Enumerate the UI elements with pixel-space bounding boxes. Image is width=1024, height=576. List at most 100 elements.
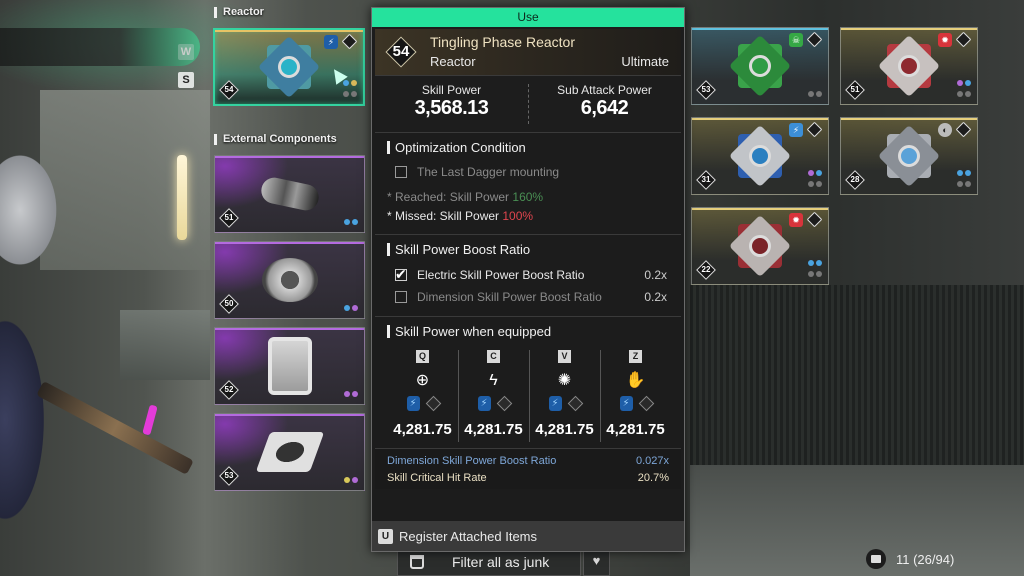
skill-type-icon [955,121,972,138]
background-pipe [0,28,200,66]
hand-blade-icon: ✋ [625,372,646,389]
level-badge: 50 [219,294,239,314]
level-badge: 53 [696,80,716,100]
skill-power-label: Skill Power [421,83,482,97]
sub-attack-power-label: Sub Attack Power [557,83,652,97]
item-tier: Ultimate [621,54,669,69]
skill-q: Q ⊕ ⚡ 4,281.75 [387,346,458,446]
external-component-slot[interactable]: 51 [214,155,365,233]
boost-ratio-row-dimension: Dimension Skill Power Boost Ratio 0.2x [387,286,671,308]
background-crate [120,310,210,380]
level-badge: 54 [219,80,239,100]
inventory-reactor-item[interactable]: ☠ 53 [691,27,829,105]
missed-note: * Missed: Skill Power 100% [387,209,534,223]
item-type: Reactor [430,54,476,69]
inventory-reactor-item[interactable]: ⚡ 31 [691,117,829,195]
equipped-reactor-slot[interactable]: ⚡ 54 [213,28,365,106]
external-component-slot[interactable]: 52 [214,327,365,405]
key-q: Q [416,350,429,363]
item-detail-tooltip: Use 54 Tingling Phase Reactor Reactor Ul… [371,7,685,552]
reached-note: * Reached: Skill Power 160% [387,190,544,204]
dimension-icon [496,395,512,412]
item-name: Tingling Phase Reactor [430,34,576,50]
register-attached-items-button[interactable]: U Register Attached Items [372,521,684,551]
reactor-section-label: Reactor [214,7,264,18]
socket-indicators [344,391,358,397]
sub-attack-power-value: 6,642 [580,97,629,119]
skill-type-icon [341,33,358,50]
dimension-icon [638,395,654,412]
external-components-section-label: External Components [214,134,337,145]
optimization-condition-section: Optimization Condition The Last Dagger m… [375,133,681,235]
skill-power-value: 4,281.75 [606,421,665,438]
slot-indicators [808,181,822,187]
key-z: Z [629,350,642,363]
external-component-slot[interactable]: 50 [214,241,365,319]
optimization-condition-title: Optimization Condition [387,141,671,154]
junk-mark-button[interactable]: ♥ [583,548,610,576]
inventory-reactor-item[interactable]: ✹ 22 [691,207,829,285]
lightning-burst-icon: ϟ [489,372,498,389]
toxic-element-icon: ☠ [789,33,803,47]
filter-all-as-junk-button[interactable]: Filter all as junk [397,548,581,576]
electric-icon: ⚡ [406,396,420,411]
key-u: U [378,528,393,544]
electric-icon: ⚡ [548,396,562,411]
skill-power-when-equipped-section: Skill Power when equipped Q ⊕ ⚡ 4,281.75… [375,317,681,448]
item-header: 54 Tingling Phase Reactor Reactor Ultima… [375,29,681,75]
condition-label: The Last Dagger mounting [417,165,560,179]
ring-component-image [261,258,318,302]
reactor-gem-image [877,124,941,188]
equipped-power-title: Skill Power when equipped [387,325,671,338]
dimension-icon [567,395,583,412]
boost-ratio-title: Skill Power Boost Ratio [387,243,671,256]
gear-burst-icon: ✺ [557,372,572,389]
filter-label: Filter all as junk [452,554,550,570]
external-component-slot[interactable]: 53 [214,413,365,491]
heart-shield-icon: ♥ [592,553,601,568]
socket-indicators [344,305,358,311]
socket-indicators [344,477,358,483]
use-button[interactable]: Use [372,8,684,27]
inventory-reactor-item[interactable]: ✹ 51 [840,27,978,105]
key-w-hint[interactable]: W [178,44,194,60]
level-badge: 52 [219,380,239,400]
non-attribute-element-icon: ◐ [938,123,952,137]
extra-stats: Dimension Skill Power Boost Ratio 0.027x … [375,448,681,489]
electric-icon: ⚡ [619,396,633,411]
level-badge: 53 [219,466,239,486]
skill-type-icon [806,31,823,48]
skill-type-icon [806,211,823,228]
reactor-gem-image [728,214,792,278]
socket-indicators [808,170,822,176]
condition-checkbox [395,166,407,178]
skill-z: Z ✋ ⚡ 4,281.75 [600,346,671,446]
socket-indicators [343,80,357,86]
crosshair-icon: ⊕ [415,372,430,389]
electric-checkbox-checked [395,266,407,283]
item-level-badge: 54 [385,36,417,68]
socket-indicators [957,80,971,86]
reactor-gem-image [728,34,792,98]
weapon-glow [142,404,158,436]
level-badge: 31 [696,170,716,190]
electric-element-icon: ⚡ [789,123,803,137]
skill-power-value: 3,568.13 [414,97,489,119]
inventory-count-text: 11 (26/94) [896,551,955,567]
skill-type-icon [806,121,823,138]
dimension-icon [425,395,441,412]
key-s-hint[interactable]: S [178,72,194,88]
socket-indicators [957,170,971,176]
level-badge: 51 [219,208,239,228]
extra-stat-row: Dimension Skill Power Boost Ratio 0.027x [387,455,669,467]
slot-indicators [957,181,971,187]
socket-indicators [808,260,822,266]
capsule-component-image [258,175,321,213]
reactor-gem-image [728,124,792,188]
register-attached-items-label: Register Attached Items [399,528,538,544]
fire-element-icon: ✹ [938,33,952,47]
extra-stat-row: Skill Critical Hit Rate 20.7% [387,472,669,484]
reactor-gem-image [257,35,321,99]
inventory-reactor-item[interactable]: ◐ 28 [840,117,978,195]
trash-icon [410,555,424,569]
